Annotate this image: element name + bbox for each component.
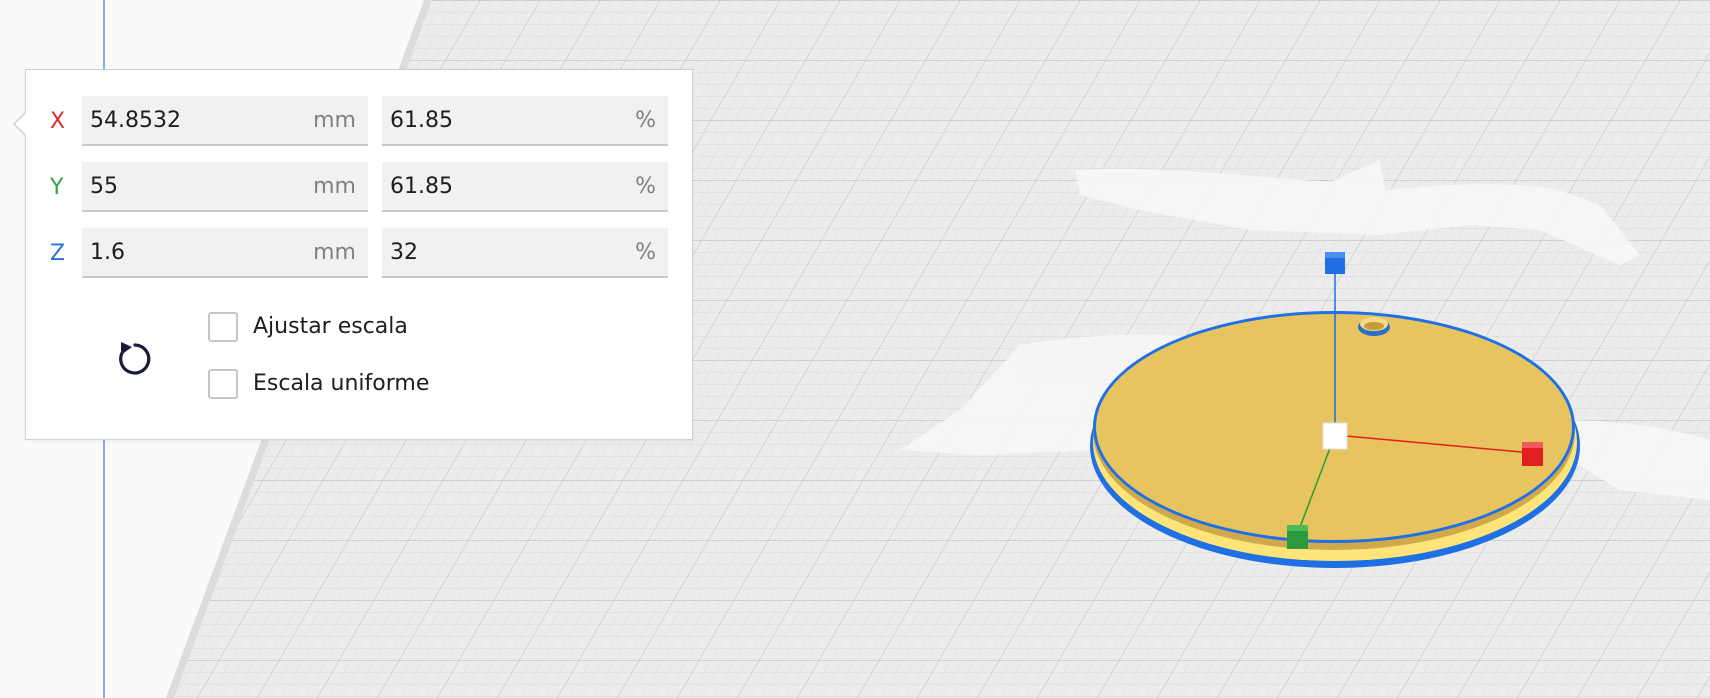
scale-panel: X 54.8532 mm 61.85 % Y 55 mm 61.85 % Z 1… <box>13 69 693 440</box>
x-percent-input[interactable]: 61.85 % <box>382 96 668 146</box>
snap-scaling-label[interactable]: Ajustar escala <box>253 313 408 341</box>
z-mm-value: 1.6 <box>90 240 125 265</box>
reset-icon <box>119 342 151 375</box>
x-mm-input[interactable]: 54.8532 mm <box>82 96 368 146</box>
uniform-scaling-checkbox[interactable] <box>208 369 238 399</box>
x-mm-unit: mm <box>313 108 356 133</box>
x-mm-value: 54.8532 <box>90 108 181 133</box>
y-percent-input[interactable]: 61.85 % <box>382 162 668 212</box>
center-handle[interactable] <box>1322 422 1348 450</box>
x-percent-unit: % <box>635 108 656 133</box>
z-mm-unit: mm <box>313 240 356 265</box>
scale-row-z: Z 1.6 mm 32 % <box>26 228 692 280</box>
scale-row-y: Y 55 mm 61.85 % <box>26 162 692 214</box>
y-mm-unit: mm <box>313 174 356 199</box>
y-mm-value: 55 <box>90 174 118 199</box>
scale-row-x: X 54.8532 mm 61.85 % <box>26 96 692 148</box>
z-percent-input[interactable]: 32 % <box>382 228 668 278</box>
z-scale-handle[interactable] <box>1325 252 1345 274</box>
uniform-scaling-label[interactable]: Escala uniforme <box>253 370 429 398</box>
x-scale-handle[interactable] <box>1522 442 1543 466</box>
keyring-hole <box>1358 317 1390 336</box>
y-mm-input[interactable]: 55 mm <box>82 162 368 212</box>
axis-label-z: Z <box>50 241 66 266</box>
axis-label-y: Y <box>50 175 64 200</box>
reset-scale-button[interactable] <box>110 334 156 380</box>
y-scale-handle[interactable] <box>1287 525 1308 549</box>
snap-scaling-checkbox[interactable] <box>208 312 238 342</box>
z-percent-value: 32 <box>390 240 418 265</box>
y-percent-unit: % <box>635 174 656 199</box>
z-percent-unit: % <box>635 240 656 265</box>
z-mm-input[interactable]: 1.6 mm <box>82 228 368 278</box>
axis-label-x: X <box>50 109 66 134</box>
y-percent-value: 61.85 <box>390 174 453 199</box>
x-percent-value: 61.85 <box>390 108 453 133</box>
